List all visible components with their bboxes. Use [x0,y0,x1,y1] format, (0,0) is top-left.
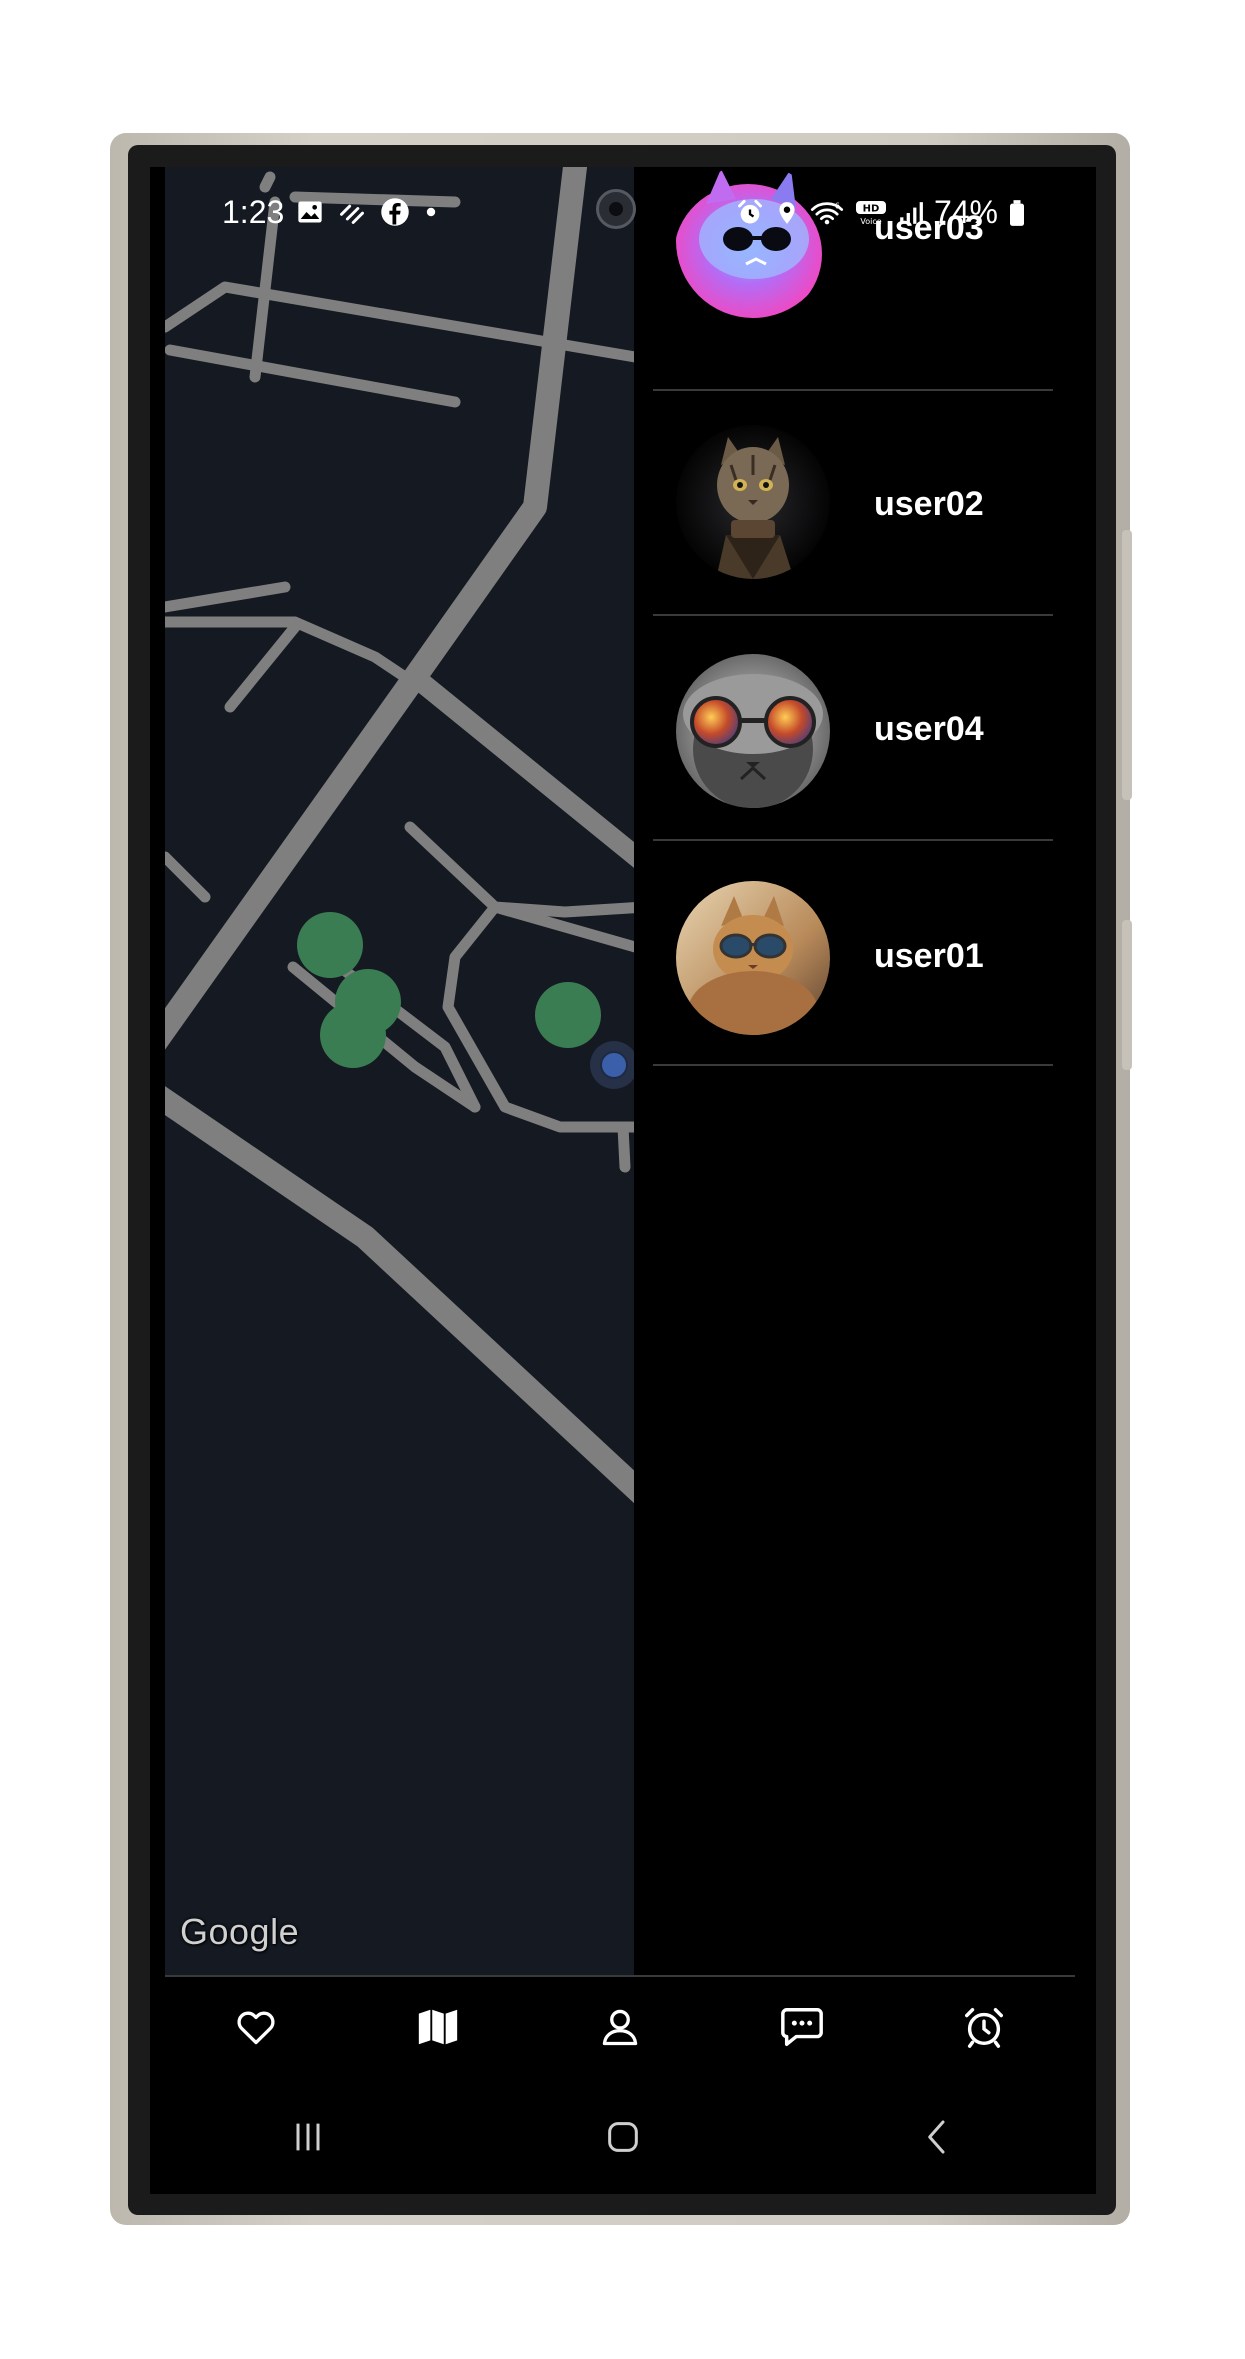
avatar [676,425,830,579]
road [165,344,461,408]
sync-icon [340,204,364,224]
svg-text:6: 6 [835,201,840,210]
hd-voice-icon: HD Voice [855,200,886,226]
user-name: user01 [874,937,984,975]
current-location-dot [600,1051,628,1079]
screen: Google 1:23 6 HD Voice 74% user03 user02… [150,167,1096,2194]
volume-button [1122,530,1132,800]
svg-text:HD: HD [863,203,880,214]
battery-icon [1010,199,1024,226]
map-canvas[interactable] [165,167,634,1975]
alarm-clock-icon [965,2008,1003,2048]
recents-button[interactable] [273,2102,343,2172]
avatar [676,654,830,808]
road [165,851,211,903]
user-list-item[interactable]: user04 [653,616,1053,841]
google-attribution: Google [180,1911,300,1952]
nav-favorites[interactable] [226,1997,286,2057]
battery-percentage: 74% [933,194,998,230]
road [165,167,587,1050]
map-marker [297,912,363,978]
notification-icons [296,197,438,227]
profile-icon [602,2009,638,2046]
home-icon [608,2121,638,2152]
nav-chat[interactable] [772,1997,832,2057]
alarm-icon [737,199,762,223]
road [617,1121,631,1173]
user-name: user04 [874,710,984,748]
map-view[interactable]: Google [165,167,634,1975]
power-button [1122,920,1132,1070]
system-navigation [150,2079,1096,2194]
road [405,667,634,868]
map-marker [320,1002,386,1068]
user-list-item[interactable]: user02 [653,391,1053,616]
gallery-icon [298,201,322,223]
nav-map[interactable] [408,1997,468,2057]
user-list: user03 user02 user04 user01 [653,167,1053,1066]
road [224,621,301,713]
road [165,581,291,613]
bottom-navigation [165,1977,1075,2077]
nav-alarm[interactable] [954,1997,1014,2057]
front-camera [596,189,636,229]
map-marker [535,982,601,1048]
dot-icon [426,207,436,217]
system-status-icons: 6 HD Voice 74% [736,194,1026,231]
status-time: 1:23 [222,194,285,230]
road [165,1086,634,1504]
home-button[interactable] [588,2102,658,2172]
recents-icon [296,2123,320,2150]
wifi-icon: 6 [810,201,844,224]
chat-icon [781,2008,823,2046]
heart-icon [237,2011,275,2045]
user-list-item[interactable]: user01 [653,841,1053,1066]
facebook-icon [381,198,409,226]
user-name: user02 [874,485,984,523]
svg-text:Voice: Voice [860,217,881,226]
location-icon [779,201,795,224]
back-button[interactable] [903,2102,973,2172]
nav-profile[interactable] [590,1997,650,2057]
back-icon [928,2120,945,2153]
avatar [676,881,830,1035]
map-icon [418,2009,458,2045]
signal-icon [900,201,923,224]
